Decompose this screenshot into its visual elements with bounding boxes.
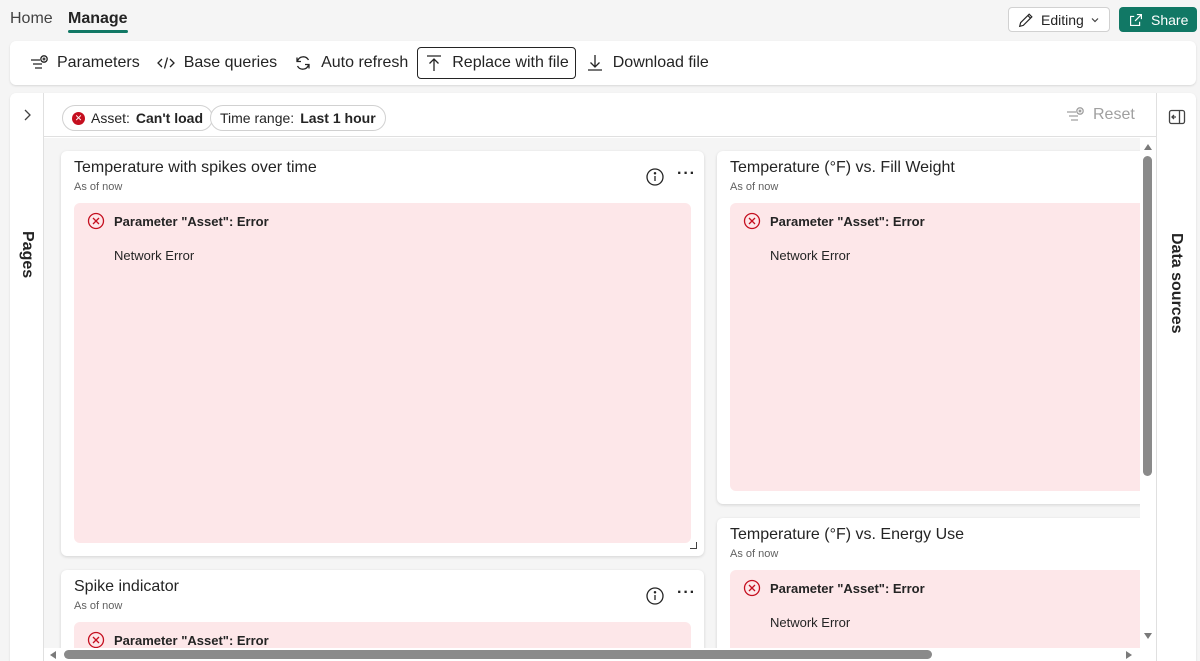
tile-temperature-vs-energy-use[interactable]: Temperature (°F) vs. Energy Use As of no… [717, 518, 1140, 648]
top-bar: Home Manage Editing Share [0, 0, 1200, 40]
tile-temperature-vs-fill-weight[interactable]: Temperature (°F) vs. Fill Weight As of n… [717, 151, 1140, 504]
base-queries-button[interactable]: Base queries [149, 47, 284, 79]
error-panel: Parameter "Asset": Error Network Error [730, 570, 1140, 648]
asset-filter-pill[interactable]: ✕ Asset: Can't load [62, 105, 214, 131]
vertical-scroll-thumb[interactable] [1143, 156, 1152, 476]
time-range-filter-pill[interactable]: Time range: Last 1 hour [210, 105, 386, 131]
resize-handle[interactable] [690, 542, 697, 549]
auto-refresh-button[interactable]: Auto refresh [286, 47, 415, 79]
more-options-icon[interactable]: ··· [677, 584, 696, 602]
error-panel: Parameter "Asset": Error Network Error [730, 203, 1140, 491]
error-message: Network Error [770, 248, 851, 263]
error-message: Network Error [770, 615, 851, 630]
tile-subtitle: As of now [74, 600, 123, 612]
data-sources-pane[interactable]: Data sources [1156, 93, 1196, 661]
asset-filter-label: Asset: [91, 110, 130, 126]
reset-label: Reset [1093, 106, 1135, 123]
error-circle-icon [87, 631, 105, 648]
share-icon [1130, 13, 1142, 26]
editing-label: Editing [1041, 11, 1084, 28]
scroll-up-icon[interactable] [1144, 144, 1152, 150]
error-message: Network Error [114, 248, 195, 263]
error-header: Parameter "Asset": Error [87, 631, 269, 648]
tile-spike-indicator[interactable]: Spike indicator As of now ··· Parameter … [61, 570, 704, 648]
share-label: Share [1151, 11, 1189, 28]
tile-subtitle: As of now [730, 548, 779, 560]
tile-subtitle: As of now [730, 181, 779, 193]
pages-pane[interactable]: Pages [10, 93, 44, 661]
tile-title: Temperature (°F) vs. Energy Use [730, 526, 965, 543]
scroll-right-icon[interactable] [1126, 651, 1132, 659]
more-options-icon[interactable]: ··· [677, 165, 696, 183]
tile-title: Spike indicator [74, 578, 179, 595]
error-header: Parameter "Asset": Error [87, 212, 269, 230]
pages-label[interactable]: Pages [18, 231, 36, 278]
error-circle-icon [743, 579, 761, 597]
tile-title: Temperature (°F) vs. Fill Weight [730, 159, 955, 176]
refresh-icon [296, 56, 310, 70]
error-header: Parameter "Asset": Error [743, 579, 925, 597]
auto-refresh-label: Auto refresh [321, 54, 409, 71]
ribbon-toolbar: Parameters Base queries Auto refresh Rep… [10, 41, 1196, 85]
dashboard-canvas: Temperature with spikes over time As of … [44, 138, 1140, 648]
time-range-value: Last 1 hour [300, 110, 376, 126]
asset-filter-value: Can't load [135, 110, 204, 126]
download-file-label: Download file [612, 54, 709, 71]
panel-expand-icon[interactable] [1168, 108, 1186, 126]
vertical-scrollbar[interactable] [1140, 138, 1156, 648]
replace-with-file-button[interactable]: Replace with file [417, 47, 576, 79]
time-range-label: Time range: [220, 110, 295, 126]
data-sources-label[interactable]: Data sources [1167, 233, 1185, 334]
error-title: Parameter "Asset": Error [114, 632, 269, 648]
error-circle-icon [87, 212, 105, 230]
tile-subtitle: As of now [74, 181, 123, 193]
parameters-label: Parameters [57, 54, 140, 71]
error-title: Parameter "Asset": Error [114, 213, 269, 229]
tile-temperature-spikes[interactable]: Temperature with spikes over time As of … [61, 151, 704, 556]
error-title: Parameter "Asset": Error [770, 580, 925, 596]
share-button[interactable]: Share [1119, 7, 1197, 32]
error-header: Parameter "Asset": Error [743, 212, 925, 230]
pencil-icon [1018, 12, 1033, 27]
tile-title: Temperature with spikes over time [74, 159, 317, 176]
editing-mode-button[interactable]: Editing [1008, 7, 1110, 32]
horizontal-scrollbar[interactable] [44, 648, 1140, 661]
scroll-left-icon[interactable] [50, 651, 56, 659]
info-icon[interactable] [645, 586, 665, 606]
error-panel: Parameter "Asset": Error Network Error [74, 203, 691, 543]
horizontal-scroll-thumb[interactable] [64, 650, 932, 659]
upload-icon [427, 55, 442, 71]
error-panel: Parameter "Asset": Error [74, 622, 691, 648]
download-file-button[interactable]: Download file [578, 47, 716, 79]
base-queries-label: Base queries [183, 54, 278, 71]
replace-with-file-label: Replace with file [452, 54, 569, 71]
scroll-down-icon[interactable] [1144, 633, 1152, 639]
parameters-icon [31, 55, 48, 69]
code-icon [156, 57, 175, 69]
error-circle-icon [743, 212, 761, 230]
tab-home[interactable]: Home [10, 10, 53, 28]
filter-bar: ✕ Asset: Can't load Time range: Last 1 h… [44, 93, 1156, 137]
info-icon[interactable] [645, 167, 665, 187]
reset-filter-icon [1067, 107, 1084, 121]
error-icon: ✕ [72, 111, 85, 125]
reset-button[interactable]: Reset [1065, 105, 1135, 125]
parameters-button[interactable]: Parameters [22, 47, 147, 79]
chevron-right-icon[interactable] [19, 107, 35, 123]
error-title: Parameter "Asset": Error [770, 213, 925, 229]
chevron-down-icon [1091, 17, 1099, 22]
download-icon [587, 55, 602, 71]
tab-manage[interactable]: Manage [68, 10, 128, 33]
